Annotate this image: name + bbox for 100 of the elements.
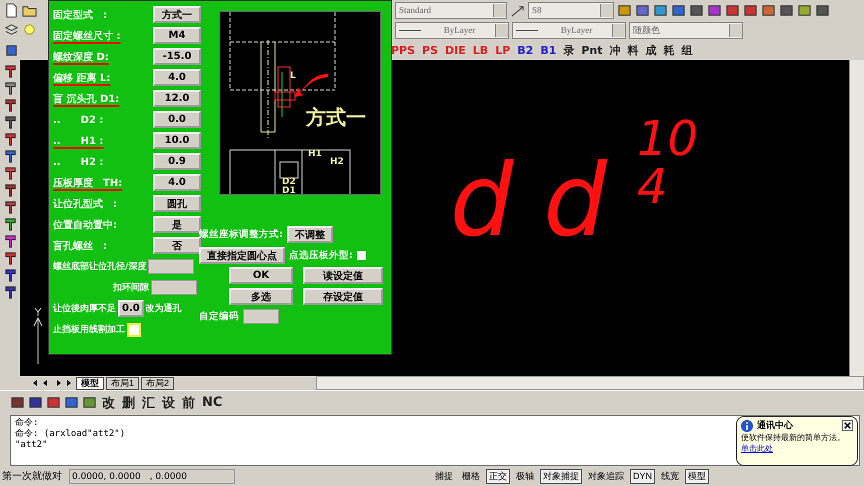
toolbar-button[interactable]: 录 <box>561 41 576 59</box>
toolbar-button[interactable]: 汇 <box>140 394 157 412</box>
tool-icon[interactable] <box>617 2 632 18</box>
horizontal-scrollbar[interactable] <box>316 376 864 390</box>
value-button[interactable]: 0.0 <box>118 300 144 317</box>
status-toggle[interactable]: 极轴 <box>512 468 537 484</box>
toolbar-button[interactable]: 成 <box>644 41 659 59</box>
tool-icon[interactable] <box>2 132 18 147</box>
toolbar-button[interactable]: 前 <box>180 394 197 412</box>
layers-icon[interactable] <box>4 22 19 38</box>
tool-icon[interactable] <box>2 268 18 283</box>
toolbar-button[interactable]: 改 <box>100 394 117 412</box>
tool-icon[interactable] <box>707 2 722 18</box>
toolbar-button[interactable]: 冲 <box>608 41 623 59</box>
tool-icon[interactable] <box>779 2 794 18</box>
status-toggle[interactable]: 捕捉 <box>432 468 456 484</box>
dialog-button[interactable]: 读设定值 <box>303 267 383 284</box>
tool-icon[interactable] <box>10 395 25 410</box>
balloon-link[interactable]: 单击此处 <box>741 444 773 453</box>
tool-icon[interactable] <box>2 285 18 300</box>
toolbar-button[interactable]: Pnt <box>579 41 605 59</box>
close-icon[interactable] <box>842 420 853 431</box>
toolbar-button[interactable]: 删 <box>120 394 137 412</box>
tool-icon[interactable] <box>2 166 18 181</box>
handwritten-letter: d <box>543 151 607 251</box>
tool-icon[interactable] <box>815 2 830 18</box>
layout-tab[interactable]: 布局2 <box>141 376 174 390</box>
status-toggle[interactable]: 栅格 <box>458 468 483 484</box>
tool-icon[interactable] <box>671 2 686 18</box>
handwritten-number: 10 <box>636 115 698 163</box>
value-button[interactable]: 4.0 <box>153 69 201 86</box>
field-label: 偏移 距离 L: <box>53 71 112 84</box>
tool-icon[interactable] <box>797 2 812 18</box>
tool-icon[interactable] <box>4 42 19 58</box>
status-toggle[interactable]: 线宽 <box>658 468 682 484</box>
value-button[interactable]: -15.0 <box>153 48 201 65</box>
dialog-button[interactable]: 多选 <box>229 288 293 305</box>
status-toggle[interactable]: 模型 <box>685 468 709 484</box>
tool-icon[interactable] <box>635 2 650 18</box>
lineweight-dropdown[interactable]: ByLayer <box>512 22 626 38</box>
dialog-button[interactable]: OK <box>229 267 293 284</box>
layout-tab[interactable]: 布局1 <box>106 376 140 390</box>
color-dropdown[interactable]: 随颜色 <box>629 22 743 38</box>
toolbar-button[interactable]: B2 <box>515 41 536 59</box>
value-button[interactable]: 0.9 <box>153 153 201 170</box>
tool-icon[interactable] <box>2 251 18 266</box>
status-toggle[interactable]: 对象捕捉 <box>540 468 582 484</box>
tool-icon[interactable] <box>2 115 18 130</box>
tool-icon[interactable] <box>725 2 740 18</box>
value-button[interactable]: 否 <box>153 237 201 254</box>
toolbar-button[interactable]: NC <box>200 394 224 412</box>
tool-icon[interactable] <box>64 395 79 410</box>
tool-icon[interactable] <box>28 395 43 410</box>
value-button[interactable]: 方式一 <box>153 6 201 23</box>
new-file-icon[interactable] <box>4 2 19 18</box>
status-toggle[interactable]: 正交 <box>486 468 510 484</box>
coordinates-display: 0.0000, 0.0000 , 0.0000 <box>69 468 235 484</box>
tool-icon[interactable] <box>2 217 18 232</box>
tool-icon[interactable] <box>2 200 18 215</box>
status-label: 第一次就做对 <box>2 470 62 484</box>
checkbox[interactable] <box>127 322 141 336</box>
value-button[interactable]: 圆孔 <box>153 195 201 212</box>
input-field[interactable] <box>151 280 197 295</box>
toolbar-button[interactable]: 设 <box>160 394 177 412</box>
value-button[interactable]: 10.0 <box>153 132 201 149</box>
input-field[interactable] <box>148 259 194 274</box>
pick-center-button[interactable]: 直接指定圆心点 <box>199 247 285 264</box>
text-style-dropdown[interactable]: Standard <box>395 2 507 18</box>
handwritten-number: 4 <box>636 163 669 211</box>
tool-icon[interactable] <box>761 2 776 18</box>
value-button[interactable]: 12.0 <box>153 90 201 107</box>
tool-icon[interactable] <box>2 64 18 79</box>
toolbar-button[interactable]: B1 <box>538 41 558 59</box>
tool-icon[interactable] <box>2 149 18 164</box>
vertical-scrollbar[interactable] <box>849 60 864 376</box>
layout-tab[interactable]: 模型 <box>76 376 104 390</box>
value-button[interactable]: 0.0 <box>153 111 201 128</box>
tool-icon[interactable] <box>689 2 704 18</box>
tool-icon[interactable] <box>2 81 18 96</box>
value-button[interactable]: 不调整 <box>286 226 333 243</box>
toolbar-button[interactable]: 耗 <box>662 41 677 59</box>
input-field[interactable] <box>243 309 279 324</box>
tool-icon[interactable] <box>2 98 18 113</box>
status-toggle[interactable]: 对象追踪 <box>584 468 627 484</box>
tool-icon[interactable] <box>46 395 61 410</box>
tool-icon[interactable] <box>2 234 18 249</box>
tool-icon[interactable] <box>653 2 668 18</box>
tool-icon[interactable] <box>2 183 18 198</box>
value-button[interactable]: M4 <box>153 27 201 44</box>
dim-style-dropdown[interactable]: S8 <box>528 2 614 18</box>
dialog-button[interactable]: 存设定值 <box>303 288 383 305</box>
toolbar-button[interactable]: 料 <box>626 41 641 59</box>
value-button[interactable]: 4.0 <box>153 174 201 191</box>
linetype-dropdown[interactable]: ByLayer <box>395 22 509 38</box>
status-toggle[interactable]: DYN <box>630 468 655 484</box>
checkbox[interactable] <box>356 251 366 260</box>
field-label: 改为通孔 <box>146 302 182 315</box>
toolbar-button[interactable]: 组 <box>680 41 695 59</box>
tool-icon[interactable] <box>743 2 758 18</box>
tool-icon[interactable] <box>82 395 97 410</box>
